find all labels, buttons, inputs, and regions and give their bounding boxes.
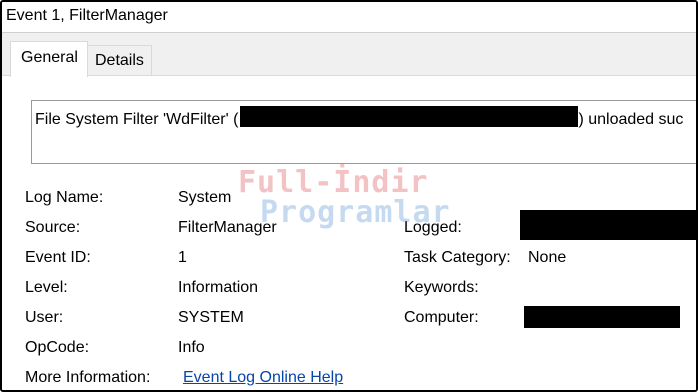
window-title: Event 1, FilterManager — [6, 7, 168, 24]
tab-details[interactable]: Details — [87, 45, 152, 76]
event-properties-window: Event 1, FilterManager General Details F… — [0, 0, 698, 392]
computer-label: Computer: — [404, 309, 479, 326]
more-information-label: More Information: — [25, 369, 151, 386]
opcode-label: OpCode: — [25, 339, 90, 356]
tab-general-label: General — [21, 49, 78, 66]
description-suffix: ) unloaded suc — [578, 111, 684, 128]
log-name-value: System — [178, 189, 232, 206]
log-name-label: Log Name: — [25, 189, 104, 206]
user-label: User: — [25, 309, 64, 326]
keywords-label: Keywords: — [404, 279, 479, 296]
event-log-online-help-link[interactable]: Event Log Online Help — [183, 369, 343, 387]
task-category-value: None — [528, 249, 567, 266]
tab-details-label: Details — [95, 52, 144, 69]
level-value: Information — [178, 279, 259, 296]
general-tab-panel: File System Filter 'WdFilter' ( ) unloade… — [2, 75, 696, 390]
event-description: File System Filter 'WdFilter' ( ) unloade… — [35, 106, 683, 129]
user-value: SYSTEM — [178, 309, 244, 326]
event-description-box[interactable]: File System Filter 'WdFilter' ( ) unloade… — [31, 100, 696, 164]
event-id-value: 1 — [178, 249, 187, 266]
level-label: Level: — [25, 279, 68, 296]
watermark-line-1: Full-İndir — [238, 165, 429, 200]
task-category-label: Task Category: — [404, 249, 511, 266]
event-id-label: Event ID: — [25, 249, 91, 266]
logged-label: Logged: — [404, 219, 462, 236]
tab-strip: General Details — [2, 33, 696, 77]
logged-redacted — [520, 210, 696, 240]
source-label: Source: — [25, 219, 81, 236]
source-value: FilterManager — [178, 219, 277, 236]
description-prefix: File System Filter 'WdFilter' ( — [35, 111, 239, 128]
redacted-block — [240, 106, 579, 127]
title-bar: Event 1, FilterManager — [2, 2, 696, 33]
computer-redacted — [524, 306, 680, 328]
opcode-value: Info — [178, 339, 205, 356]
tab-general[interactable]: General — [10, 41, 88, 77]
